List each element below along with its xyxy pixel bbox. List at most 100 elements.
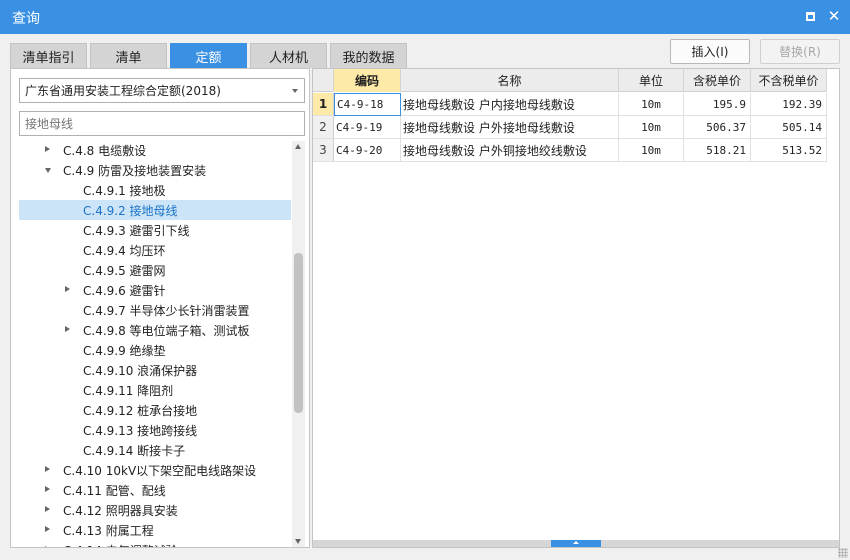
name-cell[interactable]: 接地母线敷设 户外铜接地绞线敷设 (401, 139, 619, 162)
quota-library-value: 广东省通用安装工程综合定额(2018) (25, 84, 221, 98)
tab-my-data[interactable]: 我的数据 (330, 43, 407, 68)
tree-item-label: C.4.9.2 接地母线 (83, 203, 178, 218)
tree-item-label: C.4.13 附属工程 (63, 523, 154, 538)
tree-item-label: C.4.9.6 避雷针 (83, 283, 166, 298)
tree-item[interactable]: C.4.12 照明器具安装 (19, 500, 291, 520)
scroll-up-icon[interactable] (295, 144, 301, 149)
expand-down-icon[interactable] (45, 168, 51, 173)
replace-button[interactable]: 替换(R) (760, 39, 840, 64)
close-button[interactable]: ✕ (826, 8, 842, 24)
tree-item[interactable]: C.4.9 防雷及接地装置安装 (19, 160, 291, 180)
chevron-up-icon (573, 541, 579, 544)
resize-grip-icon[interactable] (838, 548, 848, 558)
tree-item[interactable]: C.4.9.7 半导体少长针消雷装置 (19, 300, 291, 320)
scroll-thumb[interactable] (294, 253, 303, 413)
name-cell[interactable]: 接地母线敷设 户内接地母线敷设 (401, 93, 619, 116)
price-tax-cell[interactable]: 195.9 (684, 93, 751, 116)
tree-item-label: C.4.9.7 半导体少长针消雷装置 (83, 303, 250, 318)
unit-cell[interactable]: 10m (619, 116, 684, 139)
results-grid-panel: 编码 名称 单位 含税单价 不含税单价 1 C4-9-18 接地母线敷设 户内接地母线敷设 1… (312, 68, 840, 548)
splitter-grip[interactable] (551, 540, 601, 547)
tree-item[interactable]: C.4.10 10kV以下架空配电线路架设 (19, 460, 291, 480)
tree-item-label: C.4.9.8 等电位端子箱、测试板 (83, 323, 250, 338)
search-input[interactable] (19, 111, 305, 136)
tree-item[interactable]: C.4.9.14 断接卡子 (19, 440, 291, 460)
tree-item[interactable]: C.4.9.12 桩承台接地 (19, 400, 291, 420)
tree-item[interactable]: C.4.14 电气调整试验 (19, 540, 291, 547)
expand-right-icon[interactable] (65, 326, 70, 332)
tree-item[interactable]: C.4.9.1 接地极 (19, 180, 291, 200)
tree-item[interactable]: C.4.9.9 绝缘垫 (19, 340, 291, 360)
column-header[interactable]: 不含税单价 (751, 69, 827, 92)
price-tax-cell[interactable]: 506.37 (684, 116, 751, 139)
tree-item[interactable]: C.4.9.10 浪涌保护器 (19, 360, 291, 380)
tree-item[interactable]: C.4.9.11 降阻剂 (19, 380, 291, 400)
code-cell[interactable]: C4-9-19 (334, 116, 401, 139)
column-header[interactable]: 名称 (401, 69, 619, 92)
tree-item-label: C.4.9.14 断接卡子 (83, 443, 186, 458)
title-bar: 查询 ✕ (0, 0, 850, 34)
expand-right-icon[interactable] (45, 146, 50, 152)
tree-item-label: C.4.10 10kV以下架空配电线路架设 (63, 463, 257, 478)
tree-item-label: C.4.9.9 绝缘垫 (83, 343, 166, 358)
price-notax-cell[interactable]: 505.14 (751, 116, 827, 139)
name-cell[interactable]: 接地母线敷设 户外接地母线敷设 (401, 116, 619, 139)
tree-item-label: C.4.9.10 浪涌保护器 (83, 363, 198, 378)
tree-item-label: C.4.9.13 接地跨接线 (83, 423, 198, 438)
expand-right-icon[interactable] (45, 546, 50, 547)
tree-item[interactable]: C.4.9.8 等电位端子箱、测试板 (19, 320, 291, 340)
table-row[interactable]: 2 C4-9-19 接地母线敷设 户外接地母线敷设 10m 506.37 505.14 (313, 116, 827, 139)
tree-item[interactable]: C.4.9.6 避雷针 (19, 280, 291, 300)
quota-library-select[interactable]: 广东省通用安装工程综合定额(2018) (19, 78, 305, 103)
horizontal-splitter[interactable] (313, 540, 839, 547)
tab-labor-material[interactable]: 人材机 (250, 43, 327, 68)
code-cell[interactable]: C4-9-18 (334, 93, 401, 116)
tree-item[interactable]: C.4.9.2 接地母线 (19, 200, 291, 220)
expand-right-icon[interactable] (45, 486, 50, 492)
price-notax-cell[interactable]: 513.52 (751, 139, 827, 162)
window-title: 查询 (12, 11, 40, 27)
tree-item-label: C.4.9.1 接地极 (83, 183, 166, 198)
tree-item-label: C.4.9 防雷及接地装置安装 (63, 163, 207, 178)
price-tax-cell[interactable]: 518.21 (684, 139, 751, 162)
price-notax-cell[interactable]: 192.39 (751, 93, 827, 116)
tree-item[interactable]: C.4.9.13 接地跨接线 (19, 420, 291, 440)
column-header[interactable]: 编码 (334, 69, 401, 92)
tree-item-label: C.4.11 配管、配线 (63, 483, 166, 498)
table-row[interactable]: 3 C4-9-20 接地母线敷设 户外铜接地绞线敷设 10m 518.21 513.52 (313, 139, 827, 162)
tree-item-label: C.4.9.12 桩承台接地 (83, 403, 198, 418)
tree-item-label: C.4.14 电气调整试验 (63, 542, 178, 548)
expand-right-icon[interactable] (45, 526, 50, 532)
tree-item[interactable]: C.4.9.5 避雷网 (19, 260, 291, 280)
tree-item-label: C.4.9.11 降阻剂 (83, 383, 174, 398)
tree-item-label: C.4.8 电缆敷设 (63, 143, 147, 158)
row-number: 3 (313, 139, 334, 162)
code-cell[interactable]: C4-9-20 (334, 139, 401, 162)
maximize-icon (805, 11, 815, 21)
tab-quota[interactable]: 定额 (170, 43, 247, 68)
expand-right-icon[interactable] (45, 466, 50, 472)
tab-bill[interactable]: 清单 (90, 43, 167, 68)
tree-item[interactable]: C.4.9.3 避雷引下线 (19, 220, 291, 240)
tree-scrollbar[interactable] (292, 141, 305, 547)
tab-bill-guide[interactable]: 清单指引 (10, 43, 87, 68)
grid-corner (313, 69, 334, 92)
chevron-down-icon (292, 89, 298, 93)
tree-item[interactable]: C.4.13 附属工程 (19, 520, 291, 540)
table-row[interactable]: 1 C4-9-18 接地母线敷设 户内接地母线敷设 10m 195.9 192.39 (313, 93, 827, 116)
maximize-button[interactable] (802, 8, 818, 24)
tree-item-label: C.4.9.4 均压环 (83, 243, 166, 258)
unit-cell[interactable]: 10m (619, 93, 684, 116)
scroll-down-icon[interactable] (295, 539, 301, 544)
tree-item[interactable]: C.4.11 配管、配线 (19, 480, 291, 500)
tree-item[interactable]: C.4.9.4 均压环 (19, 240, 291, 260)
insert-button[interactable]: 插入(I) (670, 39, 750, 64)
column-header[interactable]: 含税单价 (684, 69, 751, 92)
tree-item-label: C.4.9.5 避雷网 (83, 263, 166, 278)
expand-right-icon[interactable] (65, 286, 70, 292)
tree-item[interactable]: C.4.8 电缆敷设 (19, 141, 291, 160)
column-header[interactable]: 单位 (619, 69, 684, 92)
unit-cell[interactable]: 10m (619, 139, 684, 162)
expand-right-icon[interactable] (45, 506, 50, 512)
tree-item-label: C.4.9.3 避雷引下线 (83, 223, 190, 238)
